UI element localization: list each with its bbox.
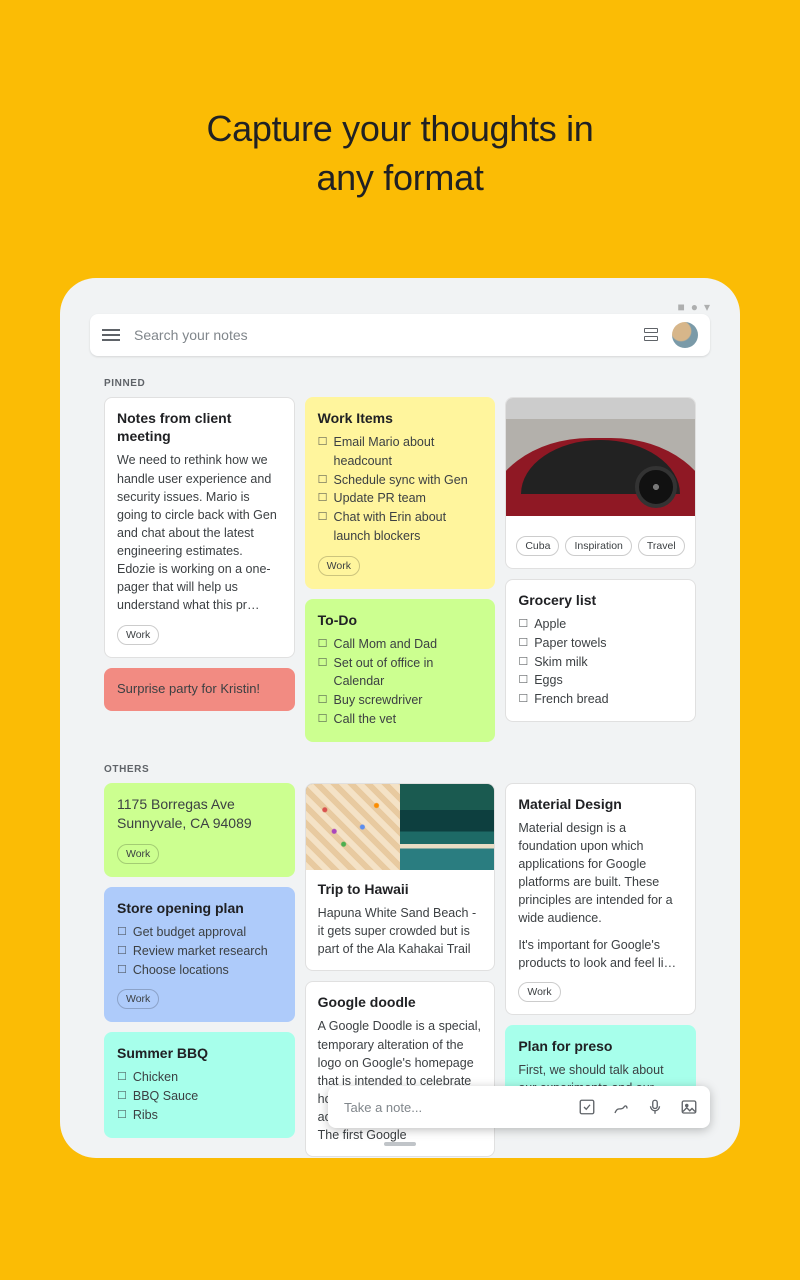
- tag-chip[interactable]: Work: [117, 625, 159, 645]
- draw-icon[interactable]: [612, 1098, 630, 1116]
- tag-chip[interactable]: Work: [117, 844, 159, 864]
- checkbox-icon[interactable]: [578, 1098, 596, 1116]
- note-work-items[interactable]: Work Items Email Mario about headcount S…: [305, 397, 496, 589]
- note-surprise-party[interactable]: Surprise party for Kristin!: [104, 668, 295, 712]
- note-hawaii[interactable]: Trip to Hawaii Hapuna White Sand Beach -…: [305, 783, 496, 972]
- car-image: [506, 398, 695, 516]
- note-client-meeting[interactable]: Notes from client meeting We need to ret…: [104, 397, 295, 658]
- tablet-frame: ■●▾ Search your notes PINNED Notes from …: [60, 278, 740, 1158]
- search-input[interactable]: Search your notes: [134, 327, 644, 343]
- section-header-pinned: PINNED: [104, 378, 710, 389]
- menu-icon[interactable]: [102, 329, 120, 341]
- take-note-input[interactable]: Take a note...: [344, 1100, 562, 1115]
- status-bar-icons: ■●▾: [677, 300, 710, 314]
- mic-icon[interactable]: [646, 1098, 664, 1116]
- tag-chip[interactable]: Work: [518, 982, 560, 1002]
- search-bar[interactable]: Search your notes: [90, 314, 710, 356]
- tag-chip[interactable]: Inspiration: [565, 536, 631, 556]
- note-car-photo[interactable]: Cuba Inspiration Travel: [505, 397, 696, 569]
- note-summer-bbq[interactable]: Summer BBQ Chicken BBQ Sauce Ribs: [104, 1032, 295, 1137]
- hawaii-image: [306, 784, 495, 870]
- note-store-plan[interactable]: Store opening plan Get budget approval R…: [104, 887, 295, 1022]
- note-address[interactable]: 1175 Borregas Ave Sunnyvale, CA 94089 Wo…: [104, 783, 295, 877]
- note-doodle[interactable]: Google doodle A Google Doodle is a speci…: [305, 981, 496, 1157]
- note-todo[interactable]: To-Do Call Mom and Dad Set out of office…: [305, 599, 496, 742]
- tag-chip[interactable]: Work: [318, 556, 360, 576]
- tag-chip[interactable]: Work: [117, 989, 159, 1009]
- marketing-headline: Capture your thoughts inany format: [0, 0, 800, 202]
- section-header-others: OTHERS: [104, 764, 710, 775]
- note-grocery[interactable]: Grocery list Apple Paper towels Skim mil…: [505, 579, 696, 722]
- tag-chip[interactable]: Cuba: [516, 536, 559, 556]
- view-toggle-icon[interactable]: [644, 328, 658, 342]
- home-indicator: [384, 1142, 416, 1146]
- avatar[interactable]: [672, 322, 698, 348]
- tag-chip[interactable]: Travel: [638, 536, 685, 556]
- note-material-design[interactable]: Material Design Material design is a fou…: [505, 783, 696, 1015]
- take-note-bar[interactable]: Take a note...: [328, 1086, 710, 1128]
- image-icon[interactable]: [680, 1098, 698, 1116]
